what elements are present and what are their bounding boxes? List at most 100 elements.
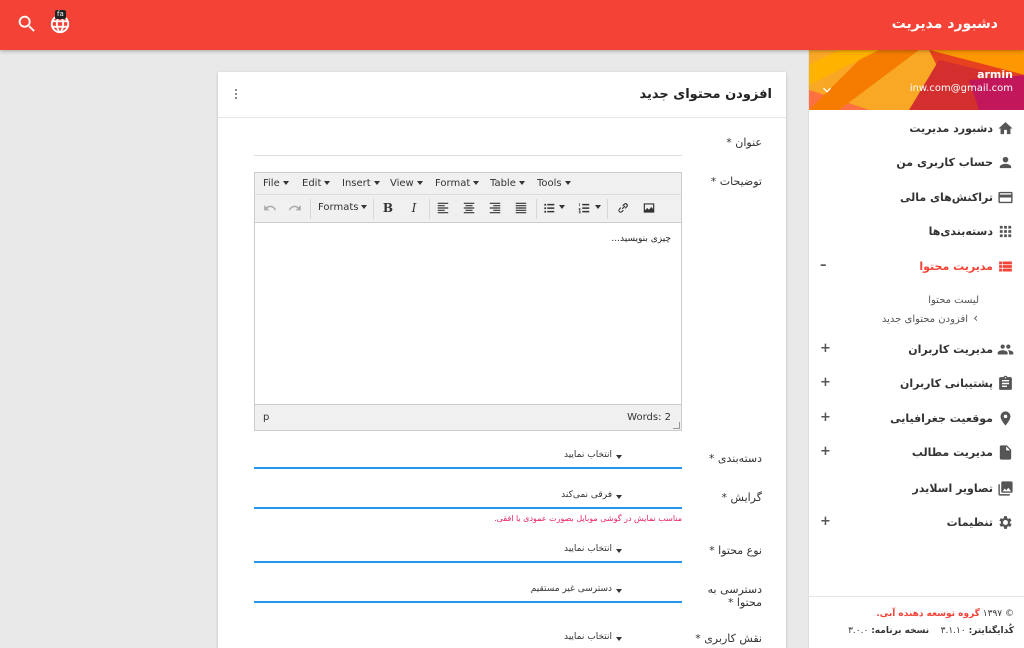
sidebar-subitem-label: لیست محتوا [928,295,979,306]
app-version-label: نسخه برنامه: [871,626,930,636]
top-app-bar: دشبورد مدیریت fa [0,0,1024,50]
bullet-list-icon[interactable] [542,201,556,217]
chevron-down-icon [616,637,622,641]
menu-file[interactable]: File [263,178,289,189]
page-title: افزودن محتوای جدید [639,87,772,102]
sidebar-item-label: مدیریت محتوا [919,260,993,273]
toolbar-divider [429,199,430,219]
title-input[interactable] [254,136,682,156]
rich-text-editor: File Edit Insert View Format Table Tools… [254,172,682,431]
expand-toggle[interactable]: + [820,341,831,356]
editor-content-area[interactable]: چیزی بنویسید... [255,224,681,404]
resize-handle[interactable] [673,422,680,429]
credit-card-icon [997,189,1014,206]
access-select[interactable]: دسترسی غیر مستقیم [254,577,682,603]
menu-table[interactable]: Table [490,178,525,189]
user-name: armin [977,68,1013,81]
category-select-value: انتخاب نمایید [563,450,612,460]
sidebar-item-label: مدیریت مطالب [911,446,993,459]
editor-menubar: File Edit Insert View Format Table Tools [255,173,681,195]
sidebar-item-label: تصاویر اسلایدر [912,482,994,495]
expand-toggle[interactable]: + [820,514,831,529]
expand-toggle[interactable]: + [820,375,831,390]
sidebar-item-label: تنظیمات [946,516,993,529]
sidebar-item-label: موقعیت جغرافیایی [890,412,993,425]
bold-button[interactable]: B [382,201,394,217]
framework-version-value: ۳.۱.۱۰ [940,626,966,636]
expand-toggle[interactable]: + [820,410,831,425]
app-version-value: ۳.۰.۰ [848,626,869,636]
orientation-select[interactable]: فرقی نمی‌کند [254,483,682,509]
editor-statusbar: p Words: 2 [255,404,681,430]
chevron-down-icon [616,495,622,499]
title-label: عنوان * [726,136,762,149]
access-label: دسترسی به محتوا * [707,583,762,609]
sidebar-item-slider-images[interactable]: تصاویر اسلایدر [808,474,1024,504]
sidebar-item-categories[interactable]: دسته‌بندی‌ها [808,217,1024,247]
brand-title[interactable]: دشبورد مدیریت [892,16,998,32]
sidebar-item-user-support[interactable]: پشتیبانی کاربران + [808,369,1024,399]
editor-placeholder: چیزی بنویسید... [611,234,671,244]
sidebar-item-user-management[interactable]: مدیریت کاربران + [808,335,1024,365]
align-justify-icon[interactable] [514,201,528,217]
more-vert-icon[interactable] [232,87,240,103]
file-icon [997,444,1014,461]
role-select-value: انتخاب نمایید [563,632,612,642]
formats-dropdown[interactable]: Formats [318,202,368,218]
undo-icon[interactable] [263,201,277,217]
content-type-label: نوع محتوا * [709,544,762,557]
toolbar-divider [310,199,311,219]
sidebar-item-settings[interactable]: تنظیمات + [808,508,1024,538]
sidebar-item-my-account[interactable]: حساب کاربری من [808,148,1024,178]
card-header: افزودن محتوای جدید [218,72,786,118]
sidebar-footer: © ۱۳۹۷ گروه توسعه دهنده آبی. کُدایگنایتر… [808,596,1024,648]
sidebar-item-dashboard[interactable]: دشبورد مدیریت [808,114,1024,144]
user-info-panel: armin inw.com@gmail.com [809,50,1024,110]
menu-format[interactable]: Format [435,178,480,189]
people-icon [997,341,1014,358]
sidebar-item-articles[interactable]: مدیریت مطالب + [808,438,1024,468]
chevron-down-icon[interactable] [559,199,565,215]
image-icon[interactable] [642,201,656,217]
link-icon[interactable] [616,201,630,217]
element-path[interactable]: p [263,412,269,423]
language-badge: fa [55,10,66,19]
menu-view[interactable]: View [390,178,423,189]
chevron-down-icon [616,549,622,553]
content-type-select[interactable]: انتخاب نمایید [254,537,682,563]
category-label: دسته‌بندی * [708,452,762,465]
italic-button[interactable]: I [408,201,420,217]
user-email: inw.com@gmail.com [909,83,1013,94]
collapse-toggle[interactable]: – [820,258,827,273]
assignment-icon [997,375,1014,392]
globe-icon[interactable]: fa [49,10,73,37]
menu-tools[interactable]: Tools [537,178,571,189]
menu-edit[interactable]: Edit [302,178,331,189]
company-link[interactable]: گروه توسعه دهنده آبی. [876,609,980,619]
copyright-text: © ۱۳۹۷ [982,609,1014,619]
content-type-select-value: انتخاب نمایید [563,544,612,554]
orientation-select-value: فرقی نمی‌کند [561,490,612,500]
sidebar-item-label: مدیریت کاربران [908,343,993,356]
sidebar-item-transactions[interactable]: تراکنش‌های مالی [808,183,1024,213]
align-left-icon[interactable] [436,201,450,217]
chevron-down-icon[interactable] [819,82,835,98]
expand-toggle[interactable]: + [820,444,831,459]
menu-insert[interactable]: Insert [342,178,380,189]
align-center-icon[interactable] [462,201,476,217]
sidebar-item-content-management[interactable]: مدیریت محتوا – [808,252,1024,282]
toolbar-divider [373,199,374,219]
sidebar-item-geolocation[interactable]: موقعیت جغرافیایی + [808,404,1024,434]
category-select[interactable]: انتخاب نمایید [254,443,682,469]
chevron-down-icon[interactable] [595,199,601,215]
search-icon[interactable] [16,13,40,37]
numbered-list-icon[interactable] [577,201,591,217]
chevron-down-icon [616,589,622,593]
sidebar-item-label: پشتیبانی کاربران [899,377,993,390]
sidebar-subitem-add-content[interactable]: › افزودن محتوای جدید [808,309,1024,331]
word-count: Words: 2 [627,412,671,423]
redo-icon[interactable] [288,201,302,217]
role-select[interactable]: انتخاب نمایید [254,625,682,648]
align-right-icon[interactable] [488,201,502,217]
apps-icon [997,223,1014,240]
